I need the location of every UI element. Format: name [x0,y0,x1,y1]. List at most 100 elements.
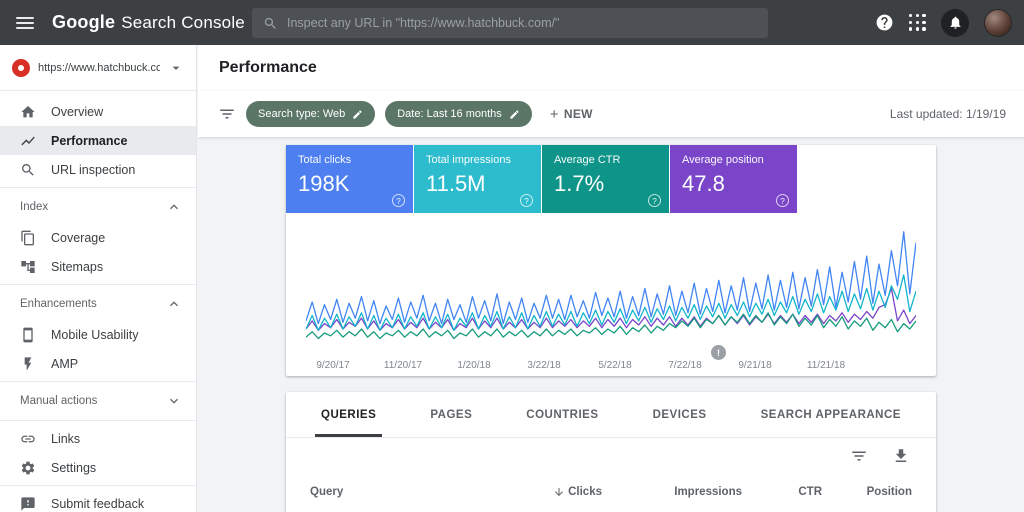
tab-countries[interactable]: COUNTRIES [520,392,604,437]
metric-help-icon[interactable]: ? [648,194,661,207]
x-tick-label: 7/22/18 [668,360,701,371]
table-toolbar [286,438,936,474]
property-favicon [12,59,30,77]
sidebar-item-sitemaps[interactable]: Sitemaps [0,252,196,281]
filter-bar: Search type: Web Date: Last 16 months + … [198,91,1024,137]
smartphone-icon [20,327,36,343]
sidebar-item-mobile-usability[interactable]: Mobile Usability [0,320,196,349]
chevron-down-icon [168,60,184,76]
metric-help-icon[interactable]: ? [392,194,405,207]
metric-total-clicks[interactable]: Total clicks 198K ? [286,145,414,213]
tab-queries[interactable]: QUERIES [315,392,382,437]
pencil-icon [509,109,520,120]
sidebar-item-overview[interactable]: Overview [0,97,196,126]
divider [0,420,196,421]
x-tick-label: 9/21/18 [738,360,771,371]
sort-desc-icon [553,486,565,498]
topbar-left: Google Search Console [0,12,245,33]
x-tick-label: 5/22/18 [598,360,631,371]
sidebar-item-links[interactable]: Links [0,424,196,453]
chevron-down-icon [166,393,182,409]
metric-help-icon[interactable]: ? [776,194,789,207]
tab-pages[interactable]: PAGES [424,392,478,437]
sidebar-item-label: Links [51,432,80,446]
metric-value: 11.5M [426,171,529,197]
bell-icon [948,15,963,30]
chart-annotation-marker[interactable]: ! [711,345,726,360]
sidebar-item-amp[interactable]: AMP [0,349,196,378]
sidebar: https://www.hatchbuck.com/ Overview Perf… [0,45,197,512]
sidebar-item-label: URL inspection [51,163,135,177]
column-header-impressions[interactable]: Impressions [602,486,742,498]
main-content: Performance Search type: Web Date: Last … [198,45,1024,512]
performance-chart [306,221,916,356]
filter-list-icon[interactable] [218,105,236,123]
sidebar-item-label: Coverage [51,231,105,245]
tab-search-appearance[interactable]: SEARCH APPEARANCE [755,392,907,437]
column-header-position[interactable]: Position [822,486,912,498]
dimensions-table-card: QUERIES PAGES COUNTRIES DEVICES SEARCH A… [286,392,936,512]
divider [0,485,196,486]
url-inspect-searchbar[interactable] [252,8,768,38]
filter-chip[interactable]: Search type: Web [246,101,375,127]
metric-average-ctr[interactable]: Average CTR 1.7% ? [542,145,670,213]
property-selector[interactable]: https://www.hatchbuck.com/ [0,45,196,91]
x-tick-label: 11/20/17 [384,360,422,371]
sidebar-section-enhancements[interactable]: Enhancements [0,288,196,320]
x-axis-labels: 9/20/17 11/20/17 1/20/18 3/22/18 5/22/18… [306,360,916,376]
account-avatar[interactable] [984,9,1012,37]
gear-icon [20,460,36,476]
sidebar-item-url-inspection[interactable]: URL inspection [0,155,196,184]
table-filter-icon[interactable] [850,447,868,465]
metric-average-position[interactable]: Average position 47.8 ? [670,145,798,213]
sidebar-nav: Overview Performance URL inspection Inde… [0,91,196,512]
sidebar-section-index[interactable]: Index [0,191,196,223]
chevron-up-icon [166,296,182,312]
sidebar-item-settings[interactable]: Settings [0,453,196,482]
x-tick-label: 11/21/18 [807,360,845,371]
metric-help-icon[interactable]: ? [520,194,533,207]
metric-label: Total impressions [426,154,529,166]
metric-total-impressions[interactable]: Total impressions 11.5M ? [414,145,542,213]
sidebar-section-label: Index [20,201,48,213]
notifications-button[interactable] [941,9,969,37]
url-inspect-input[interactable] [287,16,757,30]
sidebar-section-manual-actions[interactable]: Manual actions [0,385,196,417]
menu-icon[interactable] [16,17,34,29]
x-tick-label: 3/22/18 [527,360,560,371]
magnifier-icon [20,162,36,178]
feedback-icon [20,496,36,512]
sidebar-item-performance[interactable]: Performance [0,126,196,155]
performance-chart-card: Total clicks 198K ? Total impressions 11… [286,145,936,376]
help-icon[interactable] [875,13,894,32]
download-icon[interactable] [892,447,910,465]
x-tick-label: 9/20/17 [316,360,349,371]
sidebar-item-submit-feedback[interactable]: Submit feedback [0,489,196,512]
dimension-tabs: QUERIES PAGES COUNTRIES DEVICES SEARCH A… [286,392,936,438]
sidebar-item-label: Mobile Usability [51,328,139,342]
sidebar-item-label: Settings [51,461,96,475]
topbar-right [875,0,1012,45]
column-header-clicks[interactable]: Clicks [472,486,602,498]
new-filter-label: NEW [564,107,593,121]
chevron-up-icon [166,199,182,215]
filter-chip-label: Search type: Web [258,108,345,120]
new-filter-button[interactable]: + NEW [550,106,593,123]
tab-devices[interactable]: DEVICES [647,392,713,437]
home-icon [20,104,36,120]
logo-google: Google [52,12,115,33]
divider [0,187,196,188]
link-icon [20,431,36,447]
column-header-label: Clicks [568,486,602,498]
sidebar-item-coverage[interactable]: Coverage [0,223,196,252]
column-header-query[interactable]: Query [310,486,472,498]
app-logo: Google Search Console [52,12,245,33]
sitemap-icon [20,259,36,275]
topbar: Google Search Console [0,0,1024,45]
sidebar-section-label: Manual actions [20,395,97,407]
last-updated-text: Last updated: 1/19/19 [890,107,1006,121]
column-header-ctr[interactable]: CTR [742,486,822,498]
filter-chip[interactable]: Date: Last 16 months [385,101,532,127]
sidebar-section-label: Enhancements [20,298,97,310]
apps-grid-icon[interactable] [909,14,926,31]
